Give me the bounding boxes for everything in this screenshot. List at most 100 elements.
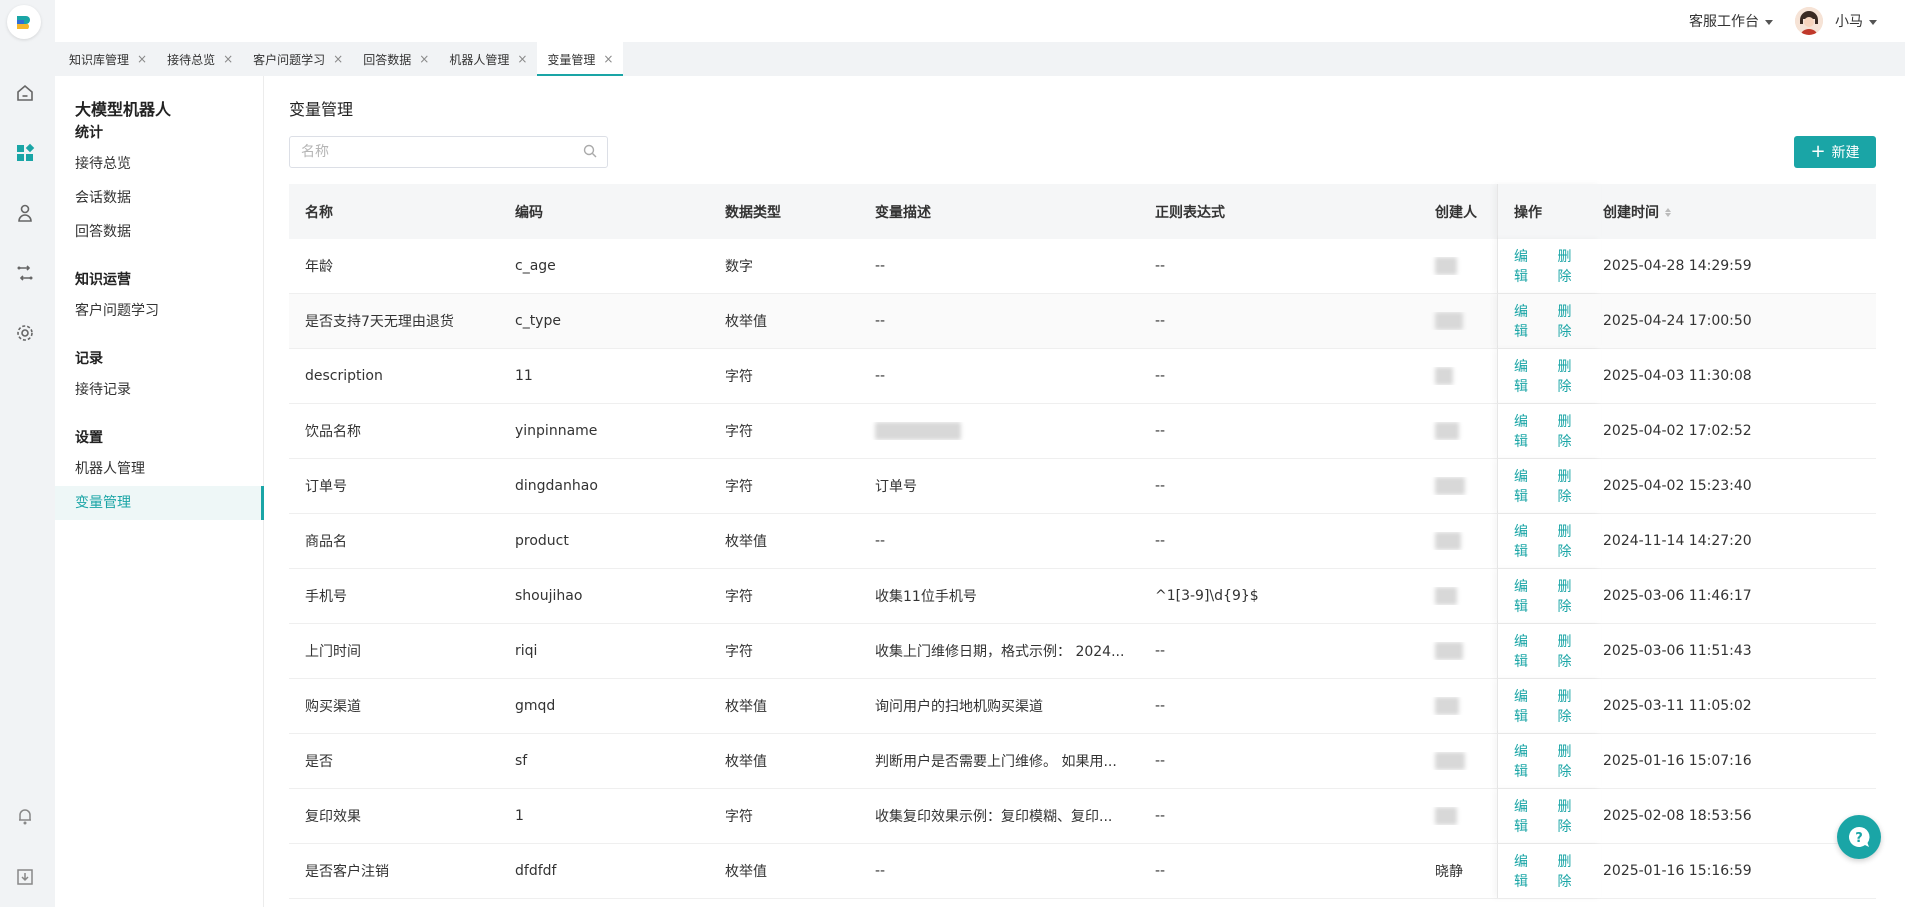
settings-icon[interactable] [12,320,38,346]
close-icon[interactable]: × [223,52,233,66]
download-icon[interactable] [12,864,38,890]
tab-3[interactable]: 回答数据 × [353,42,439,76]
dashboard-icon[interactable] [12,140,38,166]
redacted-block [1435,697,1459,715]
delete-button[interactable]: 删除 [1558,576,1586,616]
tab-0[interactable]: 知识库管理 × [59,42,157,76]
delete-button[interactable]: 删除 [1558,411,1586,451]
column-header-label: 操作 [1514,204,1542,221]
edit-button[interactable]: 编辑 [1514,686,1542,726]
delete-button[interactable]: 删除 [1558,851,1586,891]
cell-type: 字符 [725,479,753,495]
redacted-block [1435,367,1453,385]
redacted-block [1435,477,1465,495]
cell-regex: -- [1155,808,1166,824]
tab-5[interactable]: 变量管理 × [537,42,624,76]
app-logo[interactable] [7,5,41,39]
sidebar-item-0-0[interactable]: 接待总览 [55,147,264,181]
cell-regex: -- [1155,423,1166,439]
cell-desc: -- [875,368,886,384]
delete-button[interactable]: 删除 [1558,631,1586,671]
delete-button[interactable]: 删除 [1558,741,1586,781]
edit-button[interactable]: 编辑 [1514,631,1542,671]
delete-button[interactable]: 删除 [1558,521,1586,561]
edit-button[interactable]: 编辑 [1514,411,1542,451]
tab-label: 机器人管理 [449,52,510,67]
delete-button[interactable]: 删除 [1558,301,1586,341]
redacted-block [1435,807,1457,825]
sidebar-item-2-0[interactable]: 接待记录 [55,373,264,407]
search-icon[interactable] [583,144,597,162]
cell-type: 枚举值 [725,699,767,715]
edit-button[interactable]: 编辑 [1514,356,1542,396]
delete-button[interactable]: 删除 [1558,356,1586,396]
delete-button[interactable]: 删除 [1558,246,1586,286]
column-header-label: 数据类型 [725,204,781,221]
tab-label: 接待总览 [167,52,216,67]
sidebar-item-0-2[interactable]: 回答数据 [55,215,264,249]
search-input[interactable] [290,137,560,167]
tab-1[interactable]: 接待总览 × [157,42,243,76]
delete-button[interactable]: 删除 [1558,686,1586,726]
edit-button[interactable]: 编辑 [1514,466,1542,506]
cell-name: 是否 [305,754,333,770]
sidebar-item-1-0[interactable]: 客户问题学习 [55,294,264,328]
edit-button[interactable]: 编辑 [1514,796,1542,836]
cell-code: c_age [515,258,556,274]
cell-desc: 判断用户是否需要上门维修。 如果用... [875,754,1117,770]
new-button[interactable]: + 新建 [1794,136,1876,168]
edit-button[interactable]: 编辑 [1514,301,1542,341]
column-header: 操作 [1497,184,1601,239]
edit-button[interactable]: 编辑 [1514,741,1542,781]
home-icon[interactable] [12,80,38,106]
table-row: 手机号 shoujihao 字符 收集11位手机号 ^1[3-9]\d{9}$ 2025-… [289,569,1876,624]
edit-button[interactable]: 编辑 [1514,851,1542,891]
cell-time: 2025-04-28 14:29:59 [1603,258,1752,274]
new-button-label: 新建 [1831,145,1860,161]
cell-desc: 收集上门维修日期，格式示例： 2024... [875,644,1125,660]
cell-regex: ^1[3-9]\d{9}$ [1155,588,1259,604]
cell-regex: -- [1155,533,1166,549]
close-icon[interactable]: × [419,52,429,66]
cell-code: product [515,533,569,549]
close-icon[interactable]: × [603,52,613,66]
sidebar: 大模型机器人 统计 接待总览 会话数据 回答数据 知识运营 客户问题学习 记录 接待记录 设置机… [55,76,264,907]
tab-label: 客户问题学习 [253,52,326,67]
help-button[interactable]: ? [1837,815,1881,859]
cell-name: 商品名 [305,534,347,550]
main-content: 变量管理 + 新建 名称 编码 数据类型 变量描述 正则表达式 创建人 创建时间 操作 年龄 c_… [265,76,1905,907]
delete-button[interactable]: 删除 [1558,466,1586,506]
close-icon[interactable]: × [333,52,343,66]
user-menu[interactable]: 小马 [1835,11,1877,31]
close-icon[interactable]: × [137,52,147,66]
tab-bar: 知识库管理 × 接待总览 × 客户问题学习 × 回答数据 × 机器人管理 × 变量管理 × [55,42,1905,76]
table-row: 购买渠道 gmqd 枚举值 询问用户的扫地机购买渠道 -- 2025-03-11 11:0… [289,679,1876,734]
workspace-dropdown[interactable]: 客服工作台 [1689,11,1773,31]
tab-2[interactable]: 客户问题学习 × [243,42,353,76]
column-header: 变量描述 [859,202,1139,222]
sidebar-item-0-1[interactable]: 会话数据 [55,181,264,215]
avatar[interactable] [1795,7,1823,35]
flow-icon[interactable] [12,260,38,286]
cell-name: 年龄 [305,259,333,275]
left-rail [0,0,55,907]
table-row: 复印效果 1 字符 收集复印效果示例：复印模糊、复印... -- 2025-02-08 1… [289,789,1876,844]
cell-type: 字符 [725,589,753,605]
edit-button[interactable]: 编辑 [1514,246,1542,286]
tab-4[interactable]: 机器人管理 × [439,42,537,76]
robot-icon[interactable] [12,200,38,226]
sidebar-item-3-1[interactable]: 变量管理 [55,486,264,520]
page-title: 变量管理 [289,100,354,119]
close-icon[interactable]: × [517,52,527,66]
column-header: 正则表达式 [1139,202,1419,222]
cell-name: 是否客户注销 [305,864,389,880]
edit-button[interactable]: 编辑 [1514,576,1542,616]
sort-icon[interactable] [1665,208,1671,217]
column-header: 数据类型 [709,202,859,222]
sidebar-item-3-0[interactable]: 机器人管理 [55,452,264,486]
edit-button[interactable]: 编辑 [1514,521,1542,561]
bell-icon[interactable] [12,803,38,829]
cell-name: 购买渠道 [305,699,361,715]
table-row: description 11 字符 -- -- 2025-04-03 11:30:08 编辑… [289,349,1876,404]
delete-button[interactable]: 删除 [1558,796,1586,836]
